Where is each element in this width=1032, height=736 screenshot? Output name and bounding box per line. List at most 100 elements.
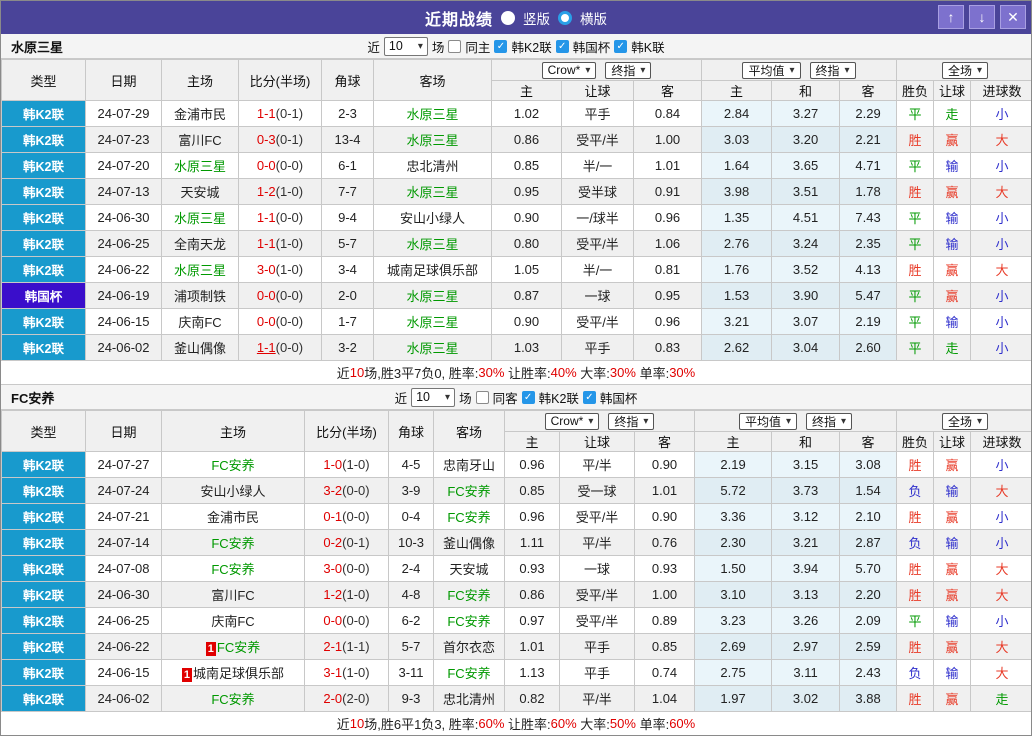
result-handicap: 赢 <box>933 451 972 478</box>
home-team-name: 天安城 <box>180 185 220 200</box>
same-home-checkbox[interactable] <box>448 39 462 53</box>
horizontal-layout-radio[interactable] <box>558 10 572 25</box>
matches-table-anyang: 类型 日期 主场 比分(半场) 角球 客场 Crow* ▾ 终指 ▾ 平均值 ▾… <box>1 410 1031 712</box>
average-select[interactable]: 平均值 ▾ <box>742 61 801 79</box>
corner-score: 9-3 <box>388 685 434 712</box>
avg-home: 2.75 <box>694 659 773 686</box>
corner-score: 5-7 <box>388 633 434 660</box>
average-group-header: 平均值 ▾ 终指 ▾ <box>701 59 898 81</box>
scroll-down-button[interactable]: ↓ <box>969 5 995 29</box>
subcol-avg-away: 客 <box>839 431 898 452</box>
odds-away: 0.81 <box>632 256 703 283</box>
odds-handicap: 平手 <box>559 633 635 660</box>
avg-draw: 3.26 <box>771 607 841 634</box>
odds-away: 0.96 <box>632 308 703 335</box>
horizontal-layout-label[interactable]: 横版 <box>580 8 607 28</box>
avg-home: 1.35 <box>701 204 773 231</box>
same-away-label[interactable]: 同客 <box>493 388 518 407</box>
home-team-name: 庆南FC <box>211 614 255 629</box>
score-cell: 1-1(1-0) <box>238 230 322 257</box>
odds-handicap: 平手 <box>559 659 635 686</box>
recent-count-select[interactable]: 10 ▾ <box>411 387 456 407</box>
bookmaker-select[interactable]: Crow* ▾ <box>544 412 600 430</box>
average-select[interactable]: 平均值 ▾ <box>738 412 798 430</box>
chevron-down-icon: ▾ <box>588 415 594 427</box>
subcol-home-odds: 主 <box>491 80 562 101</box>
avg-away: 1.54 <box>839 477 898 504</box>
same-home-label[interactable]: 同主 <box>465 37 490 56</box>
avg-draw: 3.15 <box>771 451 841 478</box>
league-badge: 韩K2联 <box>1 633 86 660</box>
league-cup-checkbox[interactable]: ✓ <box>555 39 569 53</box>
same-away-checkbox[interactable] <box>475 390 489 404</box>
avg-away: 2.20 <box>839 581 898 608</box>
result-goals: 大 <box>970 581 1031 608</box>
home-team-cell: 天安城 <box>161 178 239 205</box>
corner-score: 13-4 <box>321 126 374 153</box>
avg-away: 3.88 <box>839 685 898 712</box>
scroll-up-button[interactable]: ↑ <box>938 5 964 29</box>
match-row: 韩K2联 24-07-20 水原三星 0-0(0-0) 6-1 忠北清州 0.85 半/一 1.… <box>1 152 1031 179</box>
result-handicap: 赢 <box>933 555 972 582</box>
home-team-name: 浦项制铁 <box>173 289 226 304</box>
vertical-layout-radio[interactable] <box>501 10 515 25</box>
half-time-score: (1-0) <box>342 587 370 602</box>
full-time-score: 3-2 <box>323 483 343 498</box>
subcol-avg-away: 客 <box>839 80 898 101</box>
league-k1-label[interactable]: 韩K联 <box>631 37 664 56</box>
league-k2-checkbox[interactable]: ✓ <box>494 39 508 53</box>
half-time-score: (0-0) <box>342 483 370 498</box>
subcol-away-odds: 客 <box>632 80 703 101</box>
score-cell: 1-1(0-0) <box>238 204 322 231</box>
away-team-name: FC安养 <box>447 614 491 629</box>
league-k2-checkbox[interactable]: ✓ <box>521 390 535 404</box>
vertical-layout-label[interactable]: 竖版 <box>523 8 550 28</box>
odds-home: 1.13 <box>504 659 560 686</box>
result-handicap: 走 <box>933 334 972 361</box>
result-handicap: 赢 <box>933 685 972 712</box>
home-team-cell: 庆南FC <box>161 607 305 634</box>
full-match-select[interactable]: 全场 ▾ <box>942 61 989 79</box>
recent-count-select[interactable]: 10 ▾ <box>383 36 428 56</box>
score-cell: 1-1(0-1) <box>238 100 322 127</box>
odds-handicap: 平/半 <box>559 451 635 478</box>
home-team-cell: 安山小绿人 <box>161 477 305 504</box>
avg-away: 1.78 <box>839 178 898 205</box>
home-team-cell: FC安养 <box>161 529 305 556</box>
away-team-name: 水原三星 <box>406 237 459 252</box>
average-time-select[interactable]: 终指 ▾ <box>809 61 856 79</box>
away-team-name: 水原三星 <box>406 185 459 200</box>
result-handicap: 输 <box>933 529 972 556</box>
result-handicap: 赢 <box>933 581 972 608</box>
close-button[interactable]: ✕ <box>1000 5 1026 29</box>
col-home: 主场 <box>161 59 239 101</box>
league-cup-label[interactable]: 韩国杯 <box>573 37 611 56</box>
half-time-score: (0-0) <box>275 210 304 225</box>
result-handicap: 赢 <box>933 256 972 283</box>
col-away: 客场 <box>433 410 505 452</box>
league-k2-label[interactable]: 韩K2联 <box>511 37 551 56</box>
league-k1-checkbox[interactable]: ✓ <box>614 39 628 53</box>
league-cup-label[interactable]: 韩国杯 <box>600 388 638 407</box>
home-team-name: 城南足球俱乐部 <box>193 666 285 681</box>
average-time-select[interactable]: 终指 ▾ <box>806 412 853 430</box>
full-match-select[interactable]: 全场 ▾ <box>942 412 989 430</box>
avg-away: 7.43 <box>839 204 898 231</box>
result-goals: 大 <box>970 659 1031 686</box>
away-team-cell: 水原三星 <box>373 308 492 335</box>
chevron-down-icon: ▾ <box>789 64 795 76</box>
result-goals: 小 <box>970 282 1031 309</box>
full-time-score: 3-0 <box>256 262 276 277</box>
odds-time-select[interactable]: 终指 ▾ <box>605 61 652 79</box>
league-cup-checkbox[interactable]: ✓ <box>582 390 596 404</box>
corner-score: 2-4 <box>388 555 434 582</box>
odds-time-select[interactable]: 终指 ▾ <box>608 412 655 430</box>
avg-home: 3.03 <box>701 126 773 153</box>
avg-away: 2.59 <box>839 633 898 660</box>
half-time-score: (0-0) <box>275 158 304 173</box>
result-group-header: 全场 ▾ <box>896 410 1031 432</box>
score-cell: 0-1(0-0) <box>304 503 389 530</box>
avg-home: 3.98 <box>701 178 773 205</box>
league-k2-label[interactable]: 韩K2联 <box>539 388 579 407</box>
bookmaker-select[interactable]: Crow* ▾ <box>541 61 597 79</box>
